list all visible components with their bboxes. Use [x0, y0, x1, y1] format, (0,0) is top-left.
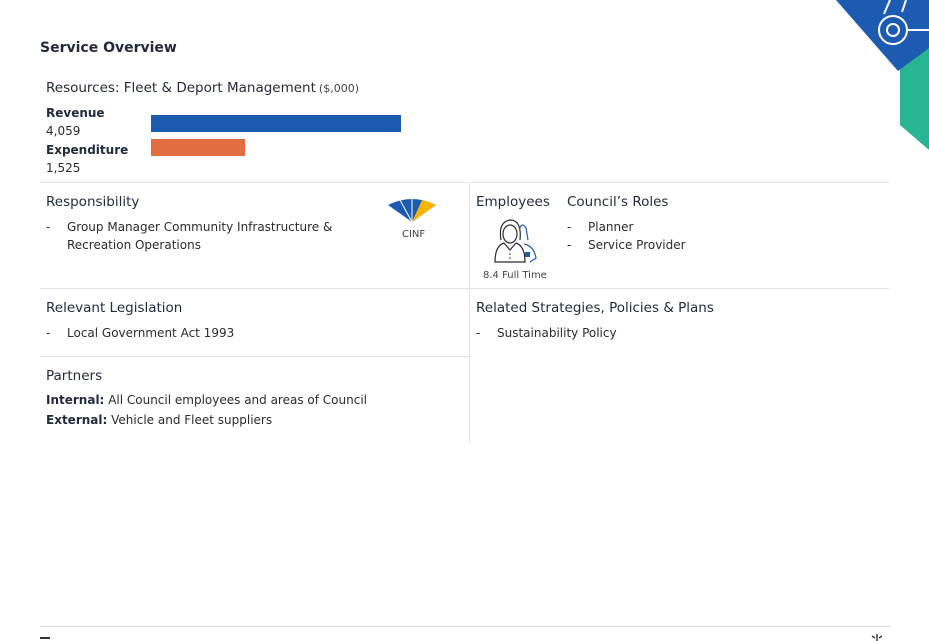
roles-item: - Planner [567, 220, 634, 234]
footer-logo-icon [871, 634, 883, 641]
roles-title: Council’s Roles [567, 194, 669, 210]
revenue-label: Revenue [46, 106, 105, 120]
responsibility-title: Responsibility [46, 194, 140, 210]
legislation-title: Relevant Legislation [46, 300, 183, 316]
partners-external: External: Vehicle and Fleet suppliers [46, 413, 272, 427]
employees-title: Employees [476, 194, 550, 210]
divider-middle [40, 288, 889, 289]
footer-page-mark [40, 637, 50, 639]
resources-title-text: Resources: Fleet & Deport Management [46, 80, 316, 96]
strategies-item: - Sustainability Policy [476, 326, 617, 340]
responsibility-item: - Group Manager Community Infrastructure… [46, 219, 366, 254]
employee-person-icon [494, 219, 537, 263]
roles-item-text: Planner [588, 220, 634, 234]
page-title: Service Overview [40, 40, 177, 56]
partners-internal-label: Internal: [46, 393, 105, 407]
footer-divider [40, 626, 890, 627]
expenditure-value: 1,525 [46, 161, 81, 175]
revenue-bar [151, 115, 401, 132]
revenue-value: 4,059 [46, 124, 81, 138]
partners-external-text: Vehicle and Fleet suppliers [111, 413, 273, 427]
directorate-fan-icon [388, 199, 436, 223]
partners-internal: Internal: All Council employees and area… [46, 393, 367, 407]
employees-count: 8.4 Full Time [483, 270, 547, 281]
resources-title: Resources: Fleet & Deport Management ($,0… [46, 80, 359, 96]
divider-top [40, 182, 889, 183]
strategies-title: Related Strategies, Policies & Plans [476, 300, 714, 316]
expenditure-bar [151, 139, 245, 156]
legislation-item-text: Local Government Act 1993 [67, 326, 235, 340]
partners-external-label: External: [46, 413, 108, 427]
legislation-item: - Local Government Act 1993 [46, 326, 235, 340]
corner-decoration [836, 0, 929, 150]
responsibility-item-text: Group Manager Community Infrastructure &… [67, 220, 333, 252]
column-divider [469, 183, 470, 443]
roles-item: - Service Provider [567, 237, 686, 252]
partners-title: Partners [46, 368, 103, 384]
divider-left-lower [40, 356, 469, 357]
bullet-dash: - [46, 220, 51, 234]
strategies-item-text: Sustainability Policy [497, 326, 617, 340]
directorate-label: CINF [402, 229, 426, 240]
roles-list: - Planner - Service Provider [567, 219, 686, 254]
partners-internal-text: All Council employees and areas of Counc… [108, 393, 367, 407]
expenditure-label: Expenditure [46, 143, 129, 157]
roles-item-text: Service Provider [588, 237, 686, 252]
resources-unit: ($,000) [318, 82, 359, 95]
